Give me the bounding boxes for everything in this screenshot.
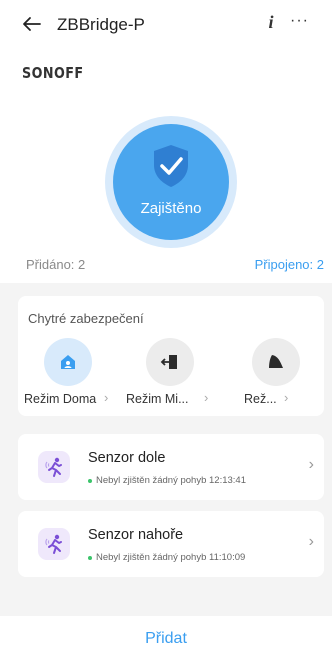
mode-home-label: Režim Doma [24,392,97,406]
status-dot [88,478,92,483]
mode-home[interactable]: Režim Doma › [18,336,118,416]
top-bar: ZBBridge-P i ··· [0,0,332,48]
back-arrow-icon[interactable] [22,14,42,34]
security-status-label: Zajištěno [140,200,202,217]
brand-logo: SONOFF [22,64,84,82]
sensor-card[interactable]: Senzor dole Nebyl zjištěn žádný pohyb 12… [18,434,324,500]
chevron-right-icon: › [308,456,314,473]
exit-door-icon [146,338,194,386]
mode-night-label: Rež... [244,392,277,406]
motion-icon [38,451,70,483]
connected-count[interactable]: Připojeno: 2 [255,257,324,272]
chevron-right-icon: › [104,390,109,405]
security-status-circle: Zajištěno [113,124,229,240]
mode-away[interactable]: Režim Mi... › [120,336,220,416]
sensor-status-text: Nebyl zjištěn žádný pohyb 11:10:09 [96,552,246,563]
night-icon [252,338,300,386]
footer-bar: Přidat [0,616,332,646]
mode-away-label: Režim Mi... [126,392,189,406]
chevron-right-icon: › [284,390,289,405]
info-icon[interactable]: i [262,12,280,33]
security-status-button[interactable]: Zajištěno [105,116,237,248]
home-shield-icon [44,338,92,386]
sensor-status-text: Nebyl zjištěn žádný pohyb 12:13:41 [96,475,246,486]
shield-check-icon [154,145,188,187]
more-options-icon[interactable]: ··· [290,12,309,30]
mode-night[interactable]: Rež... › [222,336,322,416]
sensor-status: Nebyl zjištěn žádný pohyb 11:10:09 [88,552,245,563]
chevron-right-icon: › [308,533,314,550]
sensor-name: Senzor nahoře [88,527,184,543]
add-button[interactable]: Přidat [0,630,332,646]
sensor-card[interactable]: Senzor nahoře Nebyl zjištěn žádný pohyb … [18,511,324,577]
sensor-name: Senzor dole [88,450,166,466]
added-count: Přidáno: 2 [26,257,86,272]
motion-icon [38,528,70,560]
status-dot [88,555,92,560]
device-header-panel: ZBBridge-P i ··· SONOFF Zajištěno Přidán… [0,0,332,283]
chevron-right-icon: › [204,390,209,405]
smart-security-title: Chytré zabezpečení [28,311,144,326]
page-title: ZBBridge-P [57,15,145,34]
sensor-status: Nebyl zjištěn žádný pohyb 12:13:41 [88,475,246,486]
smart-security-card: Chytré zabezpečení Režim Doma › Režim Mi… [18,296,324,416]
